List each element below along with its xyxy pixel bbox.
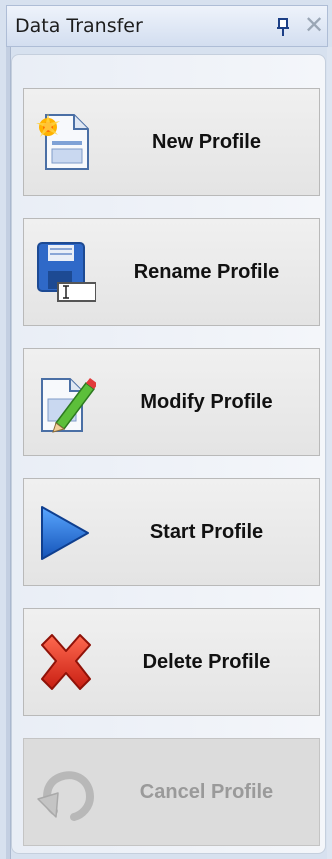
play-icon bbox=[36, 499, 96, 565]
panel-titlebar: Data Transfer ✕ bbox=[6, 5, 328, 47]
close-icon[interactable]: ✕ bbox=[303, 12, 325, 38]
rename-profile-icon bbox=[36, 239, 97, 305]
new-profile-button[interactable]: New Profile bbox=[23, 88, 320, 196]
modify-profile-label: Modify Profile bbox=[140, 390, 273, 413]
modify-profile-button[interactable]: Modify Profile bbox=[23, 348, 320, 456]
delete-profile-label: Delete Profile bbox=[142, 650, 271, 673]
rename-profile-button[interactable]: Rename Profile bbox=[23, 218, 320, 326]
delete-profile-button[interactable]: Delete Profile bbox=[23, 608, 320, 716]
new-profile-icon bbox=[36, 109, 96, 175]
delete-x-icon bbox=[36, 629, 96, 695]
undo-arrow-icon bbox=[36, 759, 96, 825]
modify-profile-icon bbox=[36, 369, 98, 435]
start-profile-label: Start Profile bbox=[149, 520, 264, 543]
rename-profile-label: Rename Profile bbox=[133, 260, 280, 283]
cancel-profile-button: Cancel Profile bbox=[23, 738, 320, 846]
pin-icon[interactable] bbox=[275, 17, 291, 37]
new-profile-label: New Profile bbox=[152, 130, 261, 153]
cancel-profile-label: Cancel Profile bbox=[139, 780, 274, 803]
start-profile-button[interactable]: Start Profile bbox=[23, 478, 320, 586]
panel-right-edge bbox=[327, 47, 332, 859]
data-transfer-panel: Data Transfer ✕ New Profile Rename Profi… bbox=[0, 0, 332, 859]
panel-title: Data Transfer bbox=[15, 15, 143, 37]
